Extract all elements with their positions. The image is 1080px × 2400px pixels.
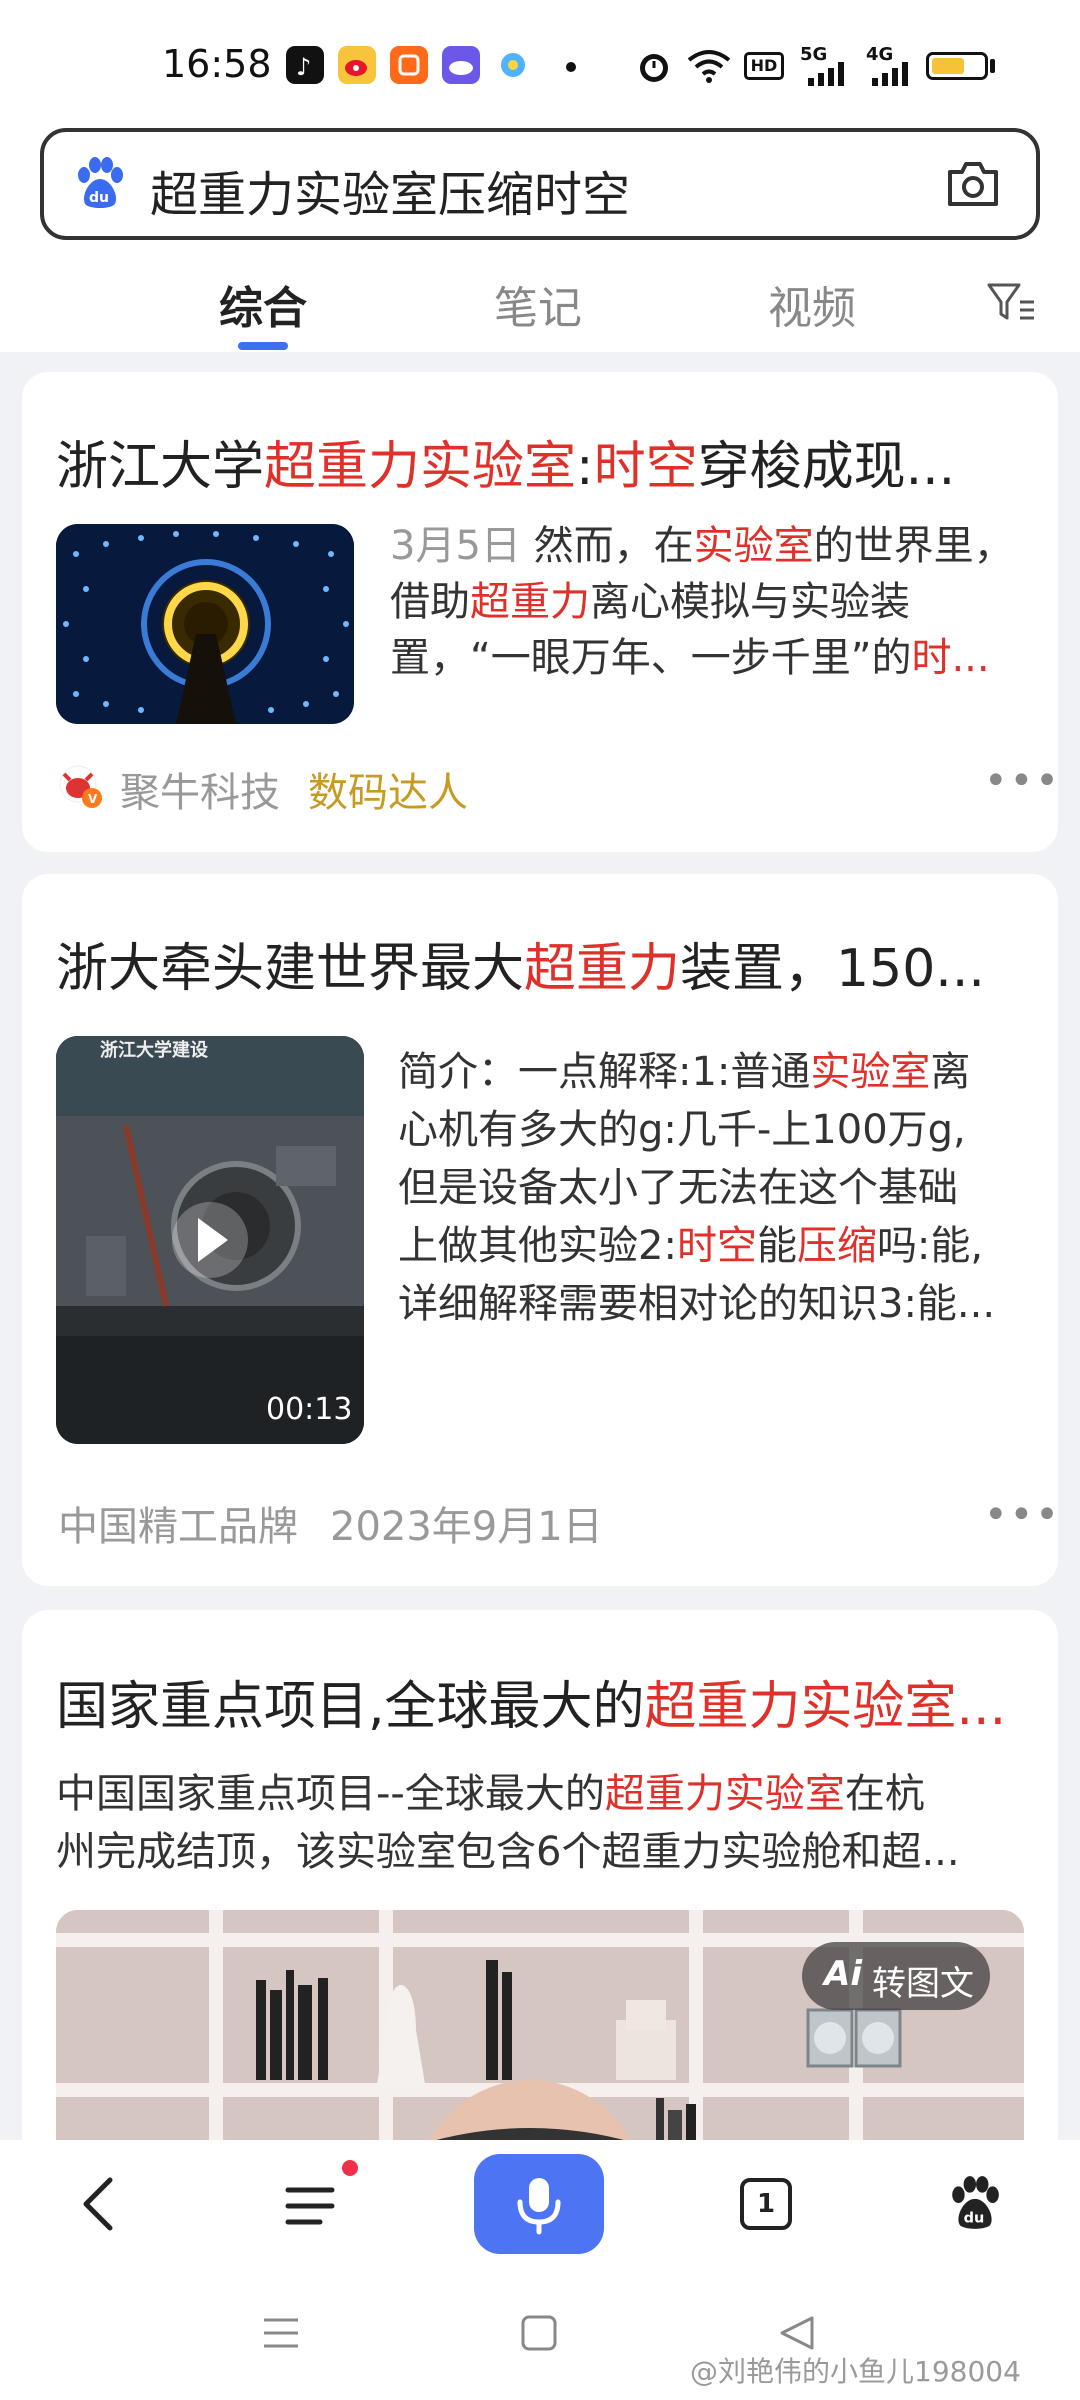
signal-bars-icon bbox=[872, 62, 916, 90]
voice-search-button[interactable] bbox=[474, 2154, 604, 2254]
svg-text:du: du bbox=[964, 2211, 985, 2227]
source-name[interactable]: 聚牛科技 bbox=[120, 760, 280, 818]
svg-text:V: V bbox=[88, 792, 98, 806]
battery-tip bbox=[990, 59, 995, 73]
tab-active-indicator bbox=[238, 342, 288, 350]
alarm-icon bbox=[636, 46, 672, 90]
baidu-paw-icon[interactable]: du bbox=[72, 155, 128, 211]
microphone-icon bbox=[517, 2178, 561, 2235]
source-name[interactable]: 中国精工品牌 bbox=[58, 1494, 298, 1552]
result-snippet: 3月5日 然而，在实验室的世界里，借助超重力离心模拟与实验装置，“一眼万年、一步… bbox=[390, 523, 1014, 681]
menu-icon[interactable] bbox=[284, 2176, 340, 2236]
result-title[interactable]: 浙江大学超重力实验室:时空穿梭成现... bbox=[56, 424, 996, 499]
kuaishou-icon bbox=[390, 46, 428, 84]
ai-icon: Ai bbox=[824, 1954, 862, 1994]
cloud-icon bbox=[442, 46, 480, 84]
video-thumbnail[interactable] bbox=[56, 1036, 364, 1444]
ai-convert-button[interactable]: Ai 转图文 bbox=[802, 1942, 990, 2010]
system-home-icon[interactable] bbox=[520, 2314, 558, 2356]
tab-videos[interactable]: 视频 bbox=[768, 272, 856, 336]
watermark: @刘艳伟的小鱼儿198004 bbox=[690, 2355, 1021, 2388]
battery-icon bbox=[926, 52, 988, 80]
tab-comprehensive[interactable]: 综合 bbox=[219, 272, 307, 336]
pinwheel-icon bbox=[494, 46, 532, 84]
result-snippet: 中国国家重点项目--全球最大的超重力实验室在杭 州完成结顶，该实验室包含6个超重… bbox=[56, 1771, 960, 1875]
baidu-home-icon[interactable]: du bbox=[946, 2174, 1004, 2236]
result-snippet: 简介：一点解释:1:普通实验室离 心机有多大的g:几千-上100万g, 但是设备… bbox=[398, 1049, 996, 1327]
video-duration: 00:13 bbox=[266, 1392, 353, 1427]
tabs-count-button[interactable]: 1 bbox=[740, 2178, 792, 2230]
ai-convert-label: 转图文 bbox=[872, 1964, 974, 2004]
camera-icon[interactable] bbox=[944, 158, 1002, 210]
result-date: 2023年9月1日 bbox=[330, 1504, 603, 1550]
menu-notification-dot bbox=[342, 2160, 358, 2176]
svg-text:♪: ♪ bbox=[296, 53, 311, 81]
hd-voice-icon: HD bbox=[744, 52, 784, 80]
source-badge: 数码达人 bbox=[308, 770, 468, 816]
search-input[interactable]: 超重力实验室压缩时空 bbox=[150, 155, 630, 225]
more-options-icon[interactable]: ••• bbox=[984, 1492, 1061, 1538]
douyin-icon: ♪ bbox=[286, 46, 324, 84]
system-menu-icon[interactable] bbox=[262, 2316, 300, 2354]
tab-notes[interactable]: 笔记 bbox=[494, 272, 582, 336]
result-title[interactable]: 浙大牵头建世界最大超重力装置，150... bbox=[56, 926, 996, 1001]
weibo-icon bbox=[338, 46, 376, 84]
tunnel-thumbnail[interactable] bbox=[56, 524, 354, 724]
source-avatar[interactable]: V bbox=[58, 764, 104, 810]
wifi-icon bbox=[686, 46, 732, 90]
svg-text:du: du bbox=[89, 190, 109, 206]
status-time: 16:58 bbox=[162, 42, 272, 86]
signal-bars-icon bbox=[808, 62, 852, 90]
back-icon[interactable] bbox=[78, 2176, 122, 2236]
filter-icon[interactable] bbox=[986, 280, 1036, 324]
more-options-icon[interactable]: ••• bbox=[984, 758, 1061, 804]
result-title[interactable]: 国家重点项目,全球最大的超重力实验室... bbox=[56, 1664, 1026, 1739]
notification-dot bbox=[566, 62, 576, 72]
thumbnail-caption: 浙江大学建设 bbox=[100, 1040, 208, 1061]
